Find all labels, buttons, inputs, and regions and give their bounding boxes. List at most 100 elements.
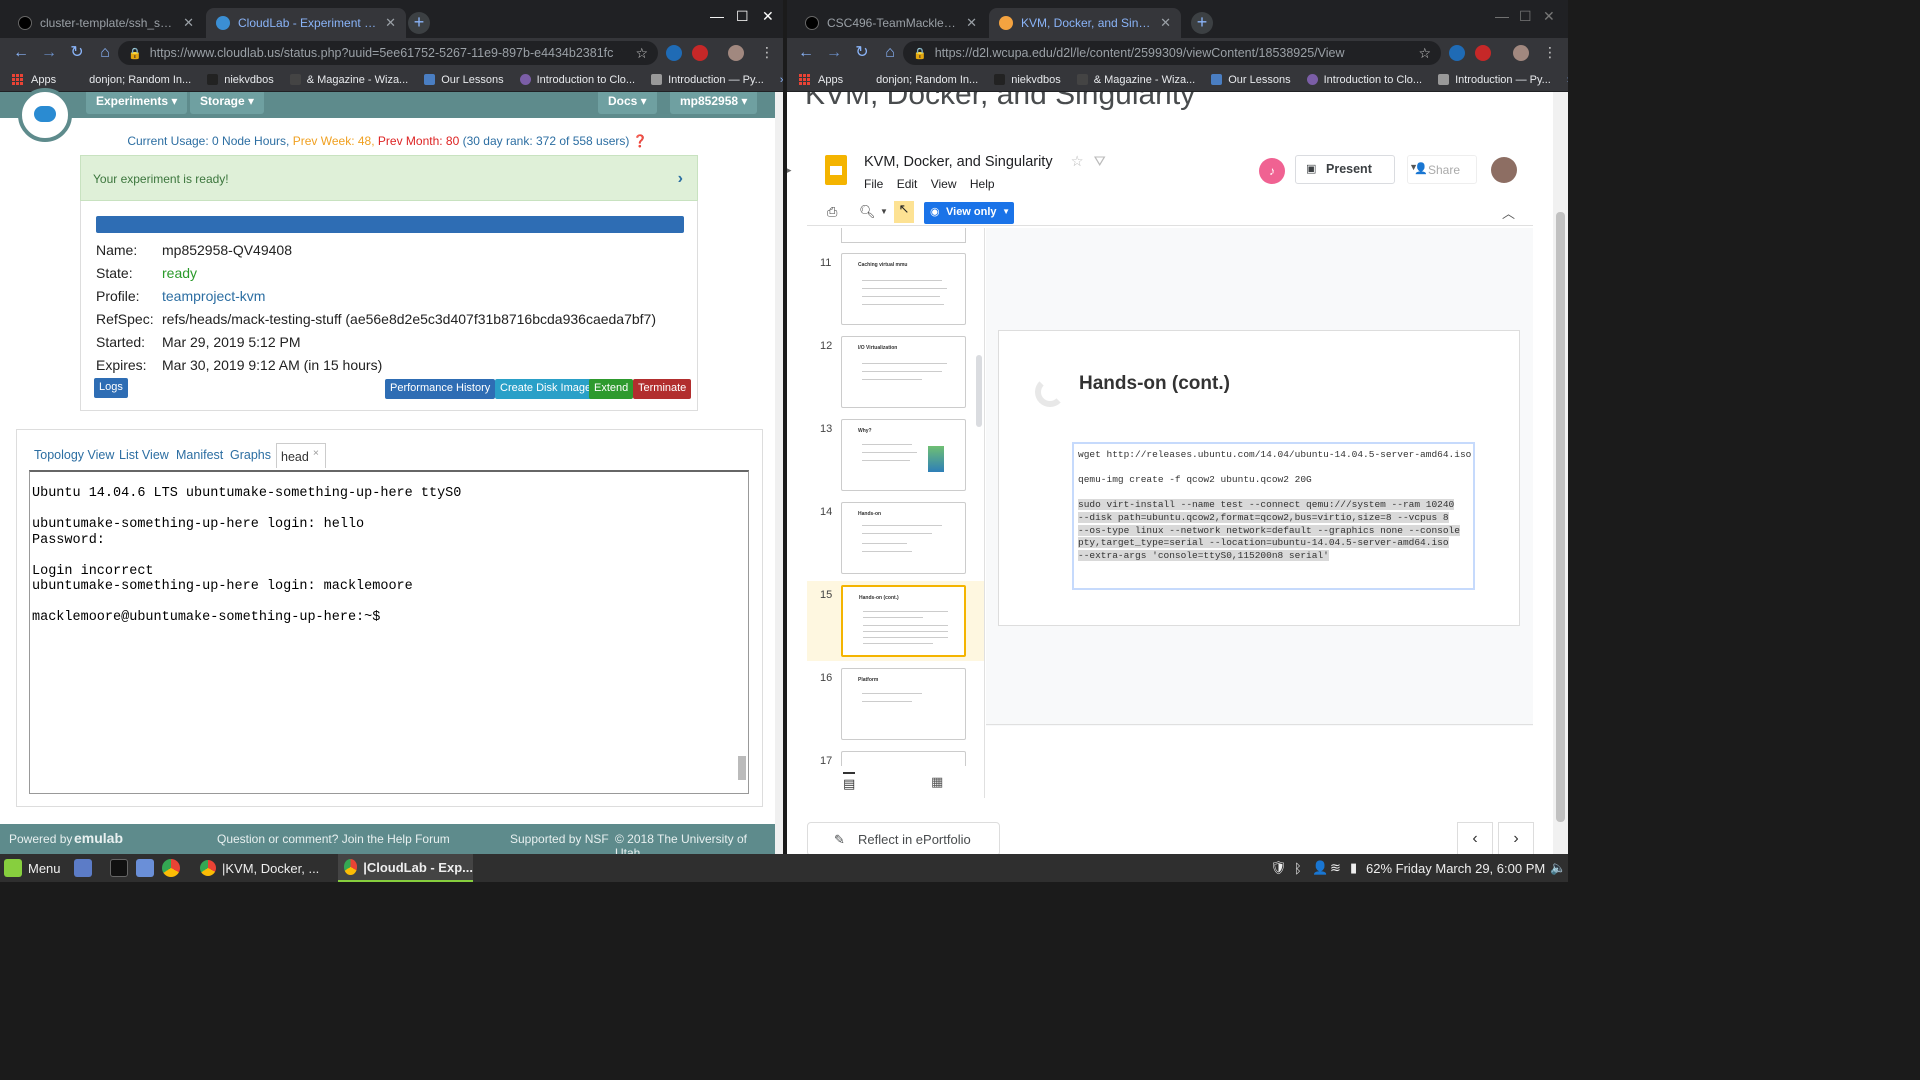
page-scrollbar[interactable] xyxy=(1553,92,1568,854)
bookmark-apps[interactable]: Apps xyxy=(31,74,56,86)
tab-head[interactable]: head × xyxy=(276,443,326,469)
reload-icon[interactable]: ↻ xyxy=(64,40,90,66)
close-tab-icon[interactable]: ✕ xyxy=(183,15,194,31)
home-icon[interactable]: ⌂ xyxy=(92,40,118,66)
new-tab-button[interactable]: + xyxy=(1191,12,1213,34)
bookmark-niekvdbos[interactable]: niekvdbos xyxy=(207,74,274,86)
slide-thumbnail-14[interactable]: 14 Hands-on xyxy=(807,498,984,578)
address-bar[interactable]: 🔒 https://www.cloudlab.us/status.php?uui… xyxy=(118,41,658,65)
tab-cloudlab-status[interactable]: CloudLab - Experiment Status ✕ xyxy=(206,8,406,38)
browser-menu-icon[interactable]: ⋮ xyxy=(1543,44,1557,61)
tab-kvm-docker[interactable]: KVM, Docker, and Singularity ✕ xyxy=(989,8,1181,38)
storage-menu[interactable]: Storage ▾ xyxy=(190,92,265,114)
bookmark-star-icon[interactable]: ☆ xyxy=(635,45,648,62)
more-bookmarks-icon[interactable]: » xyxy=(780,74,783,86)
slide-thumbnail-10[interactable] xyxy=(841,228,966,243)
wifi-icon[interactable]: ≋ xyxy=(1330,854,1341,882)
extend-button[interactable]: Extend xyxy=(589,379,634,399)
reflect-eportfolio-button[interactable]: ✎ Reflect in ePortfolio xyxy=(807,822,1000,854)
forward-icon[interactable]: → xyxy=(821,40,847,66)
collapse-side-icon[interactable]: ▸ xyxy=(787,165,795,179)
thumbnail-scrollbar[interactable] xyxy=(976,355,982,427)
present-button[interactable]: ▣ Present ▼ xyxy=(1295,155,1418,184)
emulab-logo[interactable]: emulab xyxy=(74,830,123,846)
bookmark-our-lessons[interactable]: Our Lessons xyxy=(424,74,504,86)
close-tab-icon[interactable]: × xyxy=(313,448,319,459)
files-launcher[interactable] xyxy=(136,854,160,882)
bookmark-our-lessons[interactable]: Our Lessons xyxy=(1211,74,1291,86)
close-tab-icon[interactable]: ✕ xyxy=(966,15,977,31)
tab-manifest[interactable]: Manifest xyxy=(176,448,223,462)
help-forum-link[interactable]: Question or comment? Join the Help Forum xyxy=(217,832,450,846)
performance-history-button[interactable]: Performance History xyxy=(385,379,496,399)
address-bar[interactable]: 🔒 https://d2l.wcupa.edu/d2l/le/content/2… xyxy=(903,41,1441,65)
close-window-icon[interactable]: ✕ xyxy=(1543,8,1555,25)
maximize-icon[interactable]: ☐ xyxy=(736,8,749,25)
reload-icon[interactable]: ↻ xyxy=(849,40,875,66)
back-icon[interactable]: ← xyxy=(8,40,34,66)
start-menu-button[interactable]: Menu xyxy=(4,854,61,882)
menu-file[interactable]: File xyxy=(864,177,883,191)
close-tab-icon[interactable]: ✕ xyxy=(1160,15,1171,31)
collapse-toolbar-icon[interactable]: ︿ xyxy=(1502,203,1515,222)
share-button[interactable]: 👤 Share xyxy=(1407,155,1477,184)
previous-page-button[interactable]: ‹ xyxy=(1457,822,1493,854)
bookmark-intro-py[interactable]: Introduction — Py... xyxy=(1438,74,1551,86)
speaker-notes-divider[interactable] xyxy=(986,724,1533,726)
bookmark-magazine[interactable]: & Magazine - Wiza... xyxy=(289,74,408,86)
volume-icon[interactable]: 🔈 xyxy=(1550,854,1566,882)
terminal-scrollbar[interactable] xyxy=(737,472,747,790)
menu-view[interactable]: View xyxy=(931,177,957,191)
show-desktop-button[interactable] xyxy=(74,854,98,882)
experiments-menu[interactable]: Experiments ▾ xyxy=(86,92,188,114)
battery-icon[interactable]: ▮ xyxy=(1350,854,1357,882)
menu-help[interactable]: Help xyxy=(970,177,995,191)
terminate-button[interactable]: Terminate xyxy=(633,379,692,399)
bookmark-donjon[interactable]: donjon; Random In... xyxy=(859,74,978,86)
chevron-right-icon[interactable]: › xyxy=(678,170,683,188)
bookmark-star-icon[interactable]: ☆ xyxy=(1418,45,1431,62)
tab-ssh-setup[interactable]: cluster-template/ssh_setup.sh ✕ xyxy=(8,8,204,38)
slide-thumbnail-16[interactable]: 16 Platform xyxy=(807,664,984,744)
bookmark-intro-clo[interactable]: Introduction to Clo... xyxy=(519,74,635,86)
bluetooth-icon[interactable]: ᛒ xyxy=(1294,854,1302,882)
profile-avatar[interactable] xyxy=(1513,45,1529,61)
bookmark-magazine[interactable]: & Magazine - Wiza... xyxy=(1076,74,1195,86)
taskbar-window-cloudlab[interactable]: |CloudLab - Exp... xyxy=(338,854,473,882)
user-avatar[interactable] xyxy=(1491,157,1517,183)
tab-github-repo[interactable]: CSC496-TeamMackleMoore/pr ✕ xyxy=(795,8,987,38)
slide-thumbnail-11[interactable]: 11 Caching virtual mmu xyxy=(807,249,984,329)
back-icon[interactable]: ← xyxy=(793,40,819,66)
print-icon[interactable]: ⎙ xyxy=(827,204,837,220)
profile-avatar[interactable] xyxy=(728,45,744,61)
slide-thumbnail-17[interactable]: 17 xyxy=(807,747,984,766)
bookmark-intro-clo[interactable]: Introduction to Clo... xyxy=(1306,74,1422,86)
next-page-button[interactable]: › xyxy=(1498,822,1534,854)
grid-view-icon[interactable]: ▦ xyxy=(931,774,943,790)
extension-icon[interactable] xyxy=(666,45,682,61)
select-cursor-icon[interactable]: ↖ xyxy=(894,201,914,223)
music-app-icon[interactable]: ♪ xyxy=(1259,158,1285,184)
home-icon[interactable]: ⌂ xyxy=(877,40,903,66)
tab-graphs[interactable]: Graphs xyxy=(230,448,271,462)
taskbar-window-kvm[interactable]: |KVM, Docker, ... xyxy=(200,854,335,882)
browser-menu-icon[interactable]: ⋮ xyxy=(760,44,774,61)
user-icon[interactable]: 👤 xyxy=(1312,854,1328,882)
slide-thumbnail-13[interactable]: 13 Why? xyxy=(807,415,984,495)
minimize-icon[interactable]: — xyxy=(1495,8,1509,24)
profile-link[interactable]: teamproject-kvm xyxy=(162,288,265,304)
bookmark-apps[interactable]: Apps xyxy=(818,74,843,86)
bookmark-niekvdbos[interactable]: niekvdbos xyxy=(994,74,1061,86)
code-block[interactable]: wget http://releases.ubuntu.com/14.04/ub… xyxy=(1072,442,1475,590)
more-bookmarks-icon[interactable]: » xyxy=(1567,74,1568,86)
logs-button[interactable]: Logs xyxy=(94,378,128,398)
docs-menu[interactable]: Docs ▾ xyxy=(598,92,657,114)
adblock-icon[interactable] xyxy=(692,45,708,61)
drive-icon[interactable]: ⛛ xyxy=(1094,154,1106,170)
tab-topology-view[interactable]: Topology View xyxy=(34,448,114,462)
filmstrip-view-icon[interactable]: ▤ xyxy=(843,772,856,792)
close-tab-icon[interactable]: ✕ xyxy=(385,15,396,31)
create-disk-image-button[interactable]: Create Disk Image xyxy=(495,379,597,399)
minimize-icon[interactable]: — xyxy=(710,8,724,24)
maximize-icon[interactable]: ☐ xyxy=(1519,8,1532,25)
